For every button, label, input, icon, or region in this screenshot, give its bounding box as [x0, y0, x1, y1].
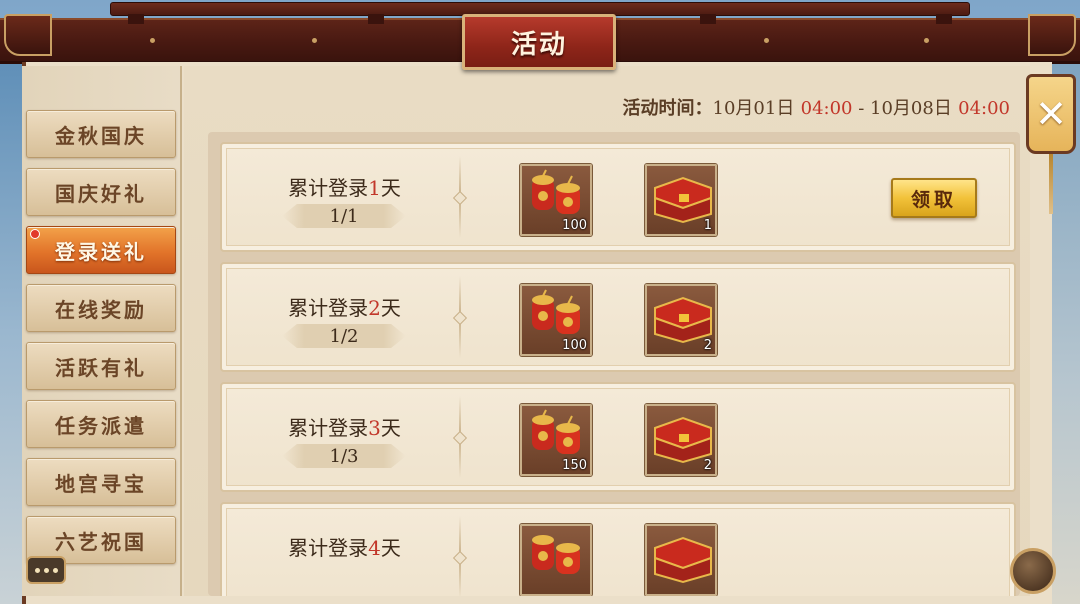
reward-count: 100: [562, 218, 587, 233]
reward-chest[interactable]: [645, 524, 717, 596]
claim-button[interactable]: 领取: [891, 178, 977, 218]
row-day-count: 3: [368, 416, 381, 440]
reward-firecracker[interactable]: 100: [520, 164, 592, 236]
firecracker-icon: [532, 409, 580, 454]
rivet: [764, 38, 769, 43]
activity-time-label: 活动时间：: [622, 98, 713, 119]
reward-count: 2: [703, 338, 712, 353]
reward-list[interactable]: 累计登录1天 1/1 100 1 领取 累计登录2天 1/2 100 2 累计登…: [208, 132, 1020, 596]
row-title-prefix: 累计登录: [288, 536, 369, 560]
rivet: [924, 38, 929, 43]
row-title: 累计登录1天: [262, 172, 427, 201]
banner-post: [700, 14, 716, 24]
reward-row-day-4: 累计登录4天: [220, 502, 1016, 596]
row-progress: 1/2: [282, 324, 406, 348]
sidebar-item-label: 登录送礼: [55, 239, 147, 264]
claim-button-label: 领取: [910, 188, 957, 211]
sidebar-item-label: 金秋国庆: [55, 123, 147, 148]
chat-button[interactable]: [26, 556, 66, 584]
window-title-plaque: 活动: [462, 14, 616, 70]
sidebar-item-dungeon-treasure[interactable]: 地宫寻宝: [26, 458, 176, 506]
row-day-count: 1: [368, 176, 381, 200]
row-divider: [459, 156, 461, 238]
treasure-chest-icon: [654, 416, 712, 464]
sidebar-item-online-reward[interactable]: 在线奖励: [26, 284, 176, 332]
reward-row-day-1: 累计登录1天 1/1 100 1 领取: [220, 142, 1016, 252]
close-button[interactable]: ✕: [1026, 74, 1076, 154]
row-title-suffix: 天: [380, 416, 401, 440]
activity-start-date: 10月01日: [712, 98, 795, 119]
firecracker-icon: [532, 289, 580, 334]
row-divider: [459, 276, 461, 358]
banner-post: [368, 14, 384, 24]
sidebar-item-task-dispatch[interactable]: 任务派遣: [26, 400, 176, 448]
sidebar-item-active-gift[interactable]: 活跃有礼: [26, 342, 176, 390]
row-title: 累计登录2天: [262, 292, 427, 321]
row-day-count: 4: [368, 536, 381, 560]
row-title-prefix: 累计登录: [288, 416, 369, 440]
activity-start-time: 04:00: [800, 98, 853, 119]
sidebar-item-login-gift[interactable]: 登录送礼: [26, 226, 176, 274]
row-title-suffix: 天: [380, 176, 401, 200]
row-title-prefix: 累计登录: [288, 176, 369, 200]
sidebar-item-label: 任务派遣: [55, 413, 147, 438]
activity-time-separator: -: [852, 98, 871, 119]
treasure-chest-icon: [654, 296, 712, 344]
sidebar-item-label: 在线奖励: [55, 297, 147, 322]
sidebar-item-label: 活跃有礼: [55, 355, 147, 380]
notification-dot: [30, 229, 40, 239]
row-title-prefix: 累计登录: [288, 296, 369, 320]
firecracker-icon: [532, 169, 580, 214]
activity-sidebar: 金秋国庆 国庆好礼 登录送礼 在线奖励 活跃有礼 任务派遣 地宫寻宝 六艺祝国: [22, 66, 182, 596]
sidebar-item-national-day-gift[interactable]: 国庆好礼: [26, 168, 176, 216]
chat-bubble-icon: [34, 567, 58, 573]
treasure-chest-icon: [654, 176, 712, 224]
reward-firecracker[interactable]: 100: [520, 284, 592, 356]
sidebar-item-label: 地宫寻宝: [55, 471, 147, 496]
treasure-chest-icon: [654, 536, 712, 584]
reward-chest[interactable]: 2: [645, 404, 717, 476]
row-title: 累计登录4天: [262, 532, 427, 561]
activity-time: 活动时间：10月01日 04:00 - 10月08日 04:00: [623, 94, 1010, 120]
activity-end-date: 10月08日: [870, 98, 952, 119]
banner-post: [936, 14, 952, 24]
banner-end-left: [4, 14, 52, 56]
reward-chest[interactable]: 2: [645, 284, 717, 356]
reward-row-day-3: 累计登录3天 1/3 150 2: [220, 382, 1016, 492]
reward-count: 2: [703, 458, 712, 473]
row-divider: [459, 516, 461, 596]
row-day-count: 2: [368, 296, 381, 320]
reward-chest[interactable]: 1: [645, 164, 717, 236]
rivet: [312, 38, 317, 43]
reward-row-day-2: 累计登录2天 1/2 100 2: [220, 262, 1016, 372]
reward-count: 1: [703, 218, 712, 233]
sidebar-item-label: 国庆好礼: [55, 181, 147, 206]
banner-end-right: [1028, 14, 1076, 56]
banner-post: [128, 14, 144, 24]
menu-orb-button[interactable]: [1010, 548, 1056, 594]
reward-count: 150: [562, 458, 587, 473]
row-title: 累计登录3天: [262, 412, 427, 441]
activity-end-time: 04:00: [958, 98, 1010, 119]
reward-count: 100: [562, 338, 587, 353]
activity-content: 活动时间：10月01日 04:00 - 10月08日 04:00 累计登录1天 …: [184, 66, 1030, 596]
row-divider: [459, 396, 461, 478]
reward-firecracker[interactable]: 150: [520, 404, 592, 476]
lantern-tassel: [1049, 154, 1053, 214]
rivet: [150, 38, 155, 43]
close-icon: ✕: [1035, 92, 1067, 136]
sidebar-item-golden-autumn[interactable]: 金秋国庆: [26, 110, 176, 158]
reward-firecracker[interactable]: [520, 524, 592, 596]
row-progress: 1/3: [282, 444, 406, 468]
row-title-suffix: 天: [380, 296, 401, 320]
firecracker-icon: [532, 535, 580, 574]
row-title-suffix: 天: [380, 536, 401, 560]
window-title: 活动: [510, 29, 567, 60]
row-progress: 1/1: [282, 204, 406, 228]
sidebar-item-label: 六艺祝国: [55, 529, 147, 554]
